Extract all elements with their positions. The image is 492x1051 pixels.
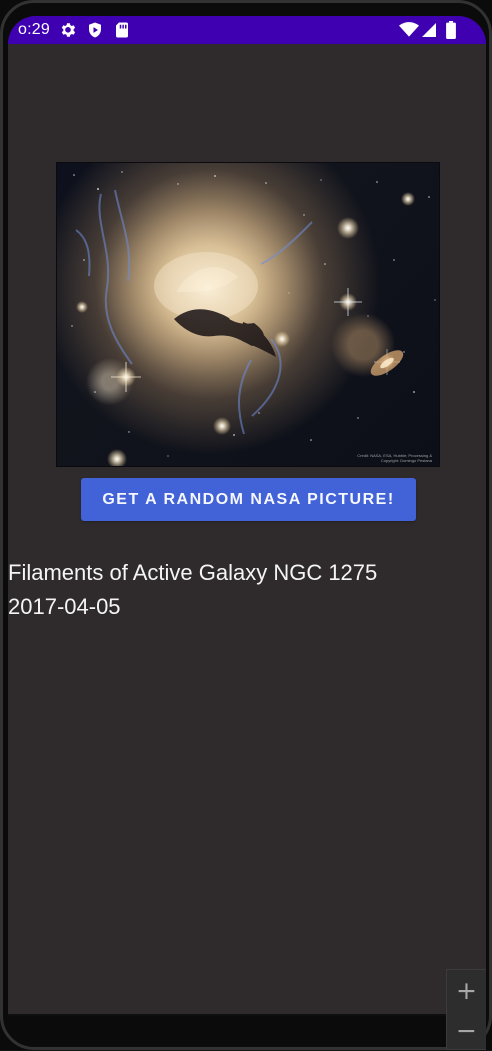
status-time: o:29: [18, 21, 50, 38]
galaxy-image-graphic: [56, 162, 440, 467]
image-credit-text: Credit: NASA, ESA, Hubble; Processing & …: [357, 453, 432, 463]
picture-details: Filaments of Active Galaxy NGC 1275 2017…: [8, 556, 478, 624]
picture-title: Filaments of Active Galaxy NGC 1275: [8, 560, 378, 585]
picture-date: 2017-04-05: [8, 594, 121, 619]
zoom-in-button[interactable]: +: [447, 971, 486, 1011]
signal-icon: [422, 23, 436, 37]
random-nasa-picture-button[interactable]: GET A RANDOM NASA PICTURE!: [81, 478, 416, 521]
status-bar: o:29: [8, 16, 486, 44]
app-screen: o:29 Credit: NASA, ESA, Hubble; Processi…: [8, 16, 486, 1016]
zoom-out-button[interactable]: −: [447, 1011, 486, 1051]
sd-card-icon: [116, 22, 128, 38]
zoom-controls: + −: [446, 969, 486, 1050]
shield-icon: [89, 22, 101, 38]
galaxy-core: [100, 198, 316, 378]
system-navigation-bar: [8, 1014, 486, 1016]
wifi-icon: [399, 22, 419, 37]
battery-icon: [446, 21, 456, 39]
phone-device: o:29 Credit: NASA, ESA, Hubble; Processi…: [0, 0, 492, 1050]
main-content: Credit: NASA, ESA, Hubble; Processing & …: [8, 44, 486, 1014]
gear-icon: [61, 23, 76, 37]
nasa-galaxy-image: Credit: NASA, ESA, Hubble; Processing & …: [56, 162, 440, 467]
